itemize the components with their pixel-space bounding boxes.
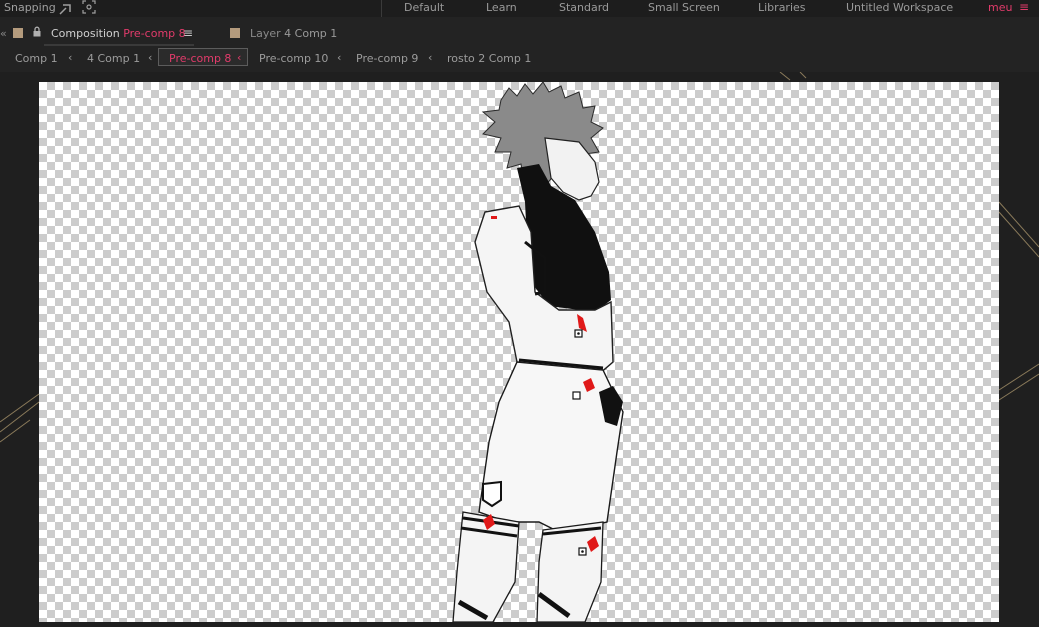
composition-breadcrumb: Comp 1 ‹ 4 Comp 1 ‹ Pre-comp 8 ‹ Pre-com… — [0, 48, 1039, 70]
shorts-shape — [478, 361, 624, 533]
breadcrumb-rosto-2-comp-1[interactable]: rosto 2 Comp 1 — [447, 52, 531, 65]
breadcrumb-comp-1[interactable]: Comp 1 — [15, 52, 58, 65]
workspace-default[interactable]: Default — [404, 1, 444, 14]
chevron-left-icon: ‹ — [237, 51, 242, 64]
workspace-bar: Snapping Default Learn Standard Small Sc… — [0, 0, 1039, 17]
workspace-learn[interactable]: Learn — [486, 1, 517, 14]
composition-canvas[interactable] — [39, 81, 999, 623]
layer-tab-label: Layer — [250, 27, 281, 40]
breadcrumb-pre-comp-8[interactable]: Pre-comp 8 ‹ — [158, 48, 248, 66]
layer-tab[interactable]: Layer 4 Comp 1 — [250, 27, 337, 40]
composition-tab-label: Composition — [51, 27, 120, 40]
focus-target-icon[interactable] — [82, 0, 96, 17]
lock-icon[interactable] — [32, 26, 42, 40]
breadcrumb-4-comp-1[interactable]: 4 Comp 1 — [87, 52, 140, 65]
hamburger-menu-icon[interactable]: ≡ — [183, 26, 193, 40]
workspace-untitled[interactable]: Untitled Workspace — [846, 1, 953, 14]
layer-label-color — [230, 28, 240, 38]
workspace-menu-icon[interactable]: ≡ — [1019, 0, 1029, 14]
workspace-small-screen[interactable]: Small Screen — [648, 1, 720, 14]
chevron-left-icon: ‹ — [68, 51, 73, 64]
composition-tab-comp-name: Pre-comp 8 — [123, 27, 186, 40]
snapping-label[interactable]: Snapping — [4, 1, 56, 14]
breadcrumb-active-label: Pre-comp 8 — [169, 52, 232, 65]
panel-tab-bar: « Composition Pre-comp 8 ≡ Layer 4 Comp … — [0, 22, 1039, 46]
right-leg — [536, 521, 604, 623]
chevron-left-icon: ‹ — [337, 51, 342, 64]
breadcrumb-pre-comp-10[interactable]: Pre-comp 10 — [259, 52, 328, 65]
chevron-left-icon: ‹ — [428, 51, 433, 64]
workspace-divider — [381, 0, 382, 17]
workspace-standard[interactable]: Standard — [559, 1, 609, 14]
workspace-libraries[interactable]: Libraries — [758, 1, 806, 14]
character-artwork — [452, 81, 624, 623]
active-tab-indicator — [44, 44, 194, 46]
composition-viewer[interactable] — [0, 72, 1039, 627]
snap-magnet-icon[interactable] — [58, 1, 74, 19]
breadcrumb-pre-comp-9[interactable]: Pre-comp 9 — [356, 52, 418, 65]
chevron-left-icon: ‹ — [148, 51, 153, 64]
composition-label-color — [13, 28, 23, 38]
workspace-meu[interactable]: meu — [988, 1, 1012, 14]
panel-scroll-left-icon[interactable]: « — [0, 27, 7, 40]
composition-tab[interactable]: Composition Pre-comp 8 — [51, 27, 186, 40]
layer-tab-name: 4 Comp 1 — [284, 27, 338, 40]
shorts-badge — [482, 480, 502, 508]
